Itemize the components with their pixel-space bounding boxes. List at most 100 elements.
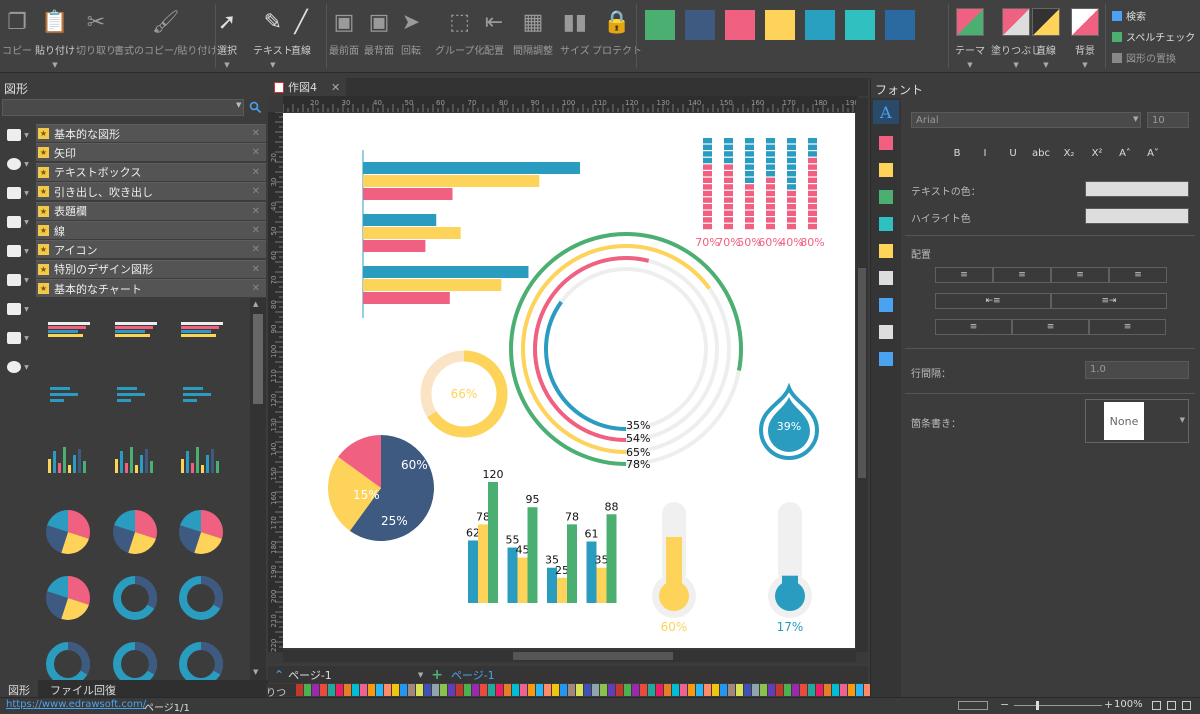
style-swatch[interactable] bbox=[645, 10, 675, 40]
scrollbar-thumb[interactable] bbox=[513, 652, 673, 660]
increase-indent-button[interactable]: ≡⇥ bbox=[1051, 293, 1167, 309]
scrollbar-thumb[interactable] bbox=[253, 314, 263, 404]
chevron-down-icon[interactable]: ▼ bbox=[418, 671, 423, 679]
align-middle-button[interactable]: ≡ bbox=[1012, 319, 1089, 335]
map-icon[interactable]: ▼ bbox=[4, 182, 32, 204]
close-icon[interactable]: ✕ bbox=[252, 264, 260, 275]
ribbon-button-0[interactable]: ❐ コピー bbox=[2, 4, 32, 70]
format-button[interactable]: A˅ bbox=[1143, 148, 1163, 159]
page-tab[interactable]: ページ-1 bbox=[451, 667, 495, 683]
full-screen-icon[interactable] bbox=[1182, 701, 1191, 710]
scrollbar-thumb[interactable] bbox=[858, 268, 866, 478]
ribbon-button-7[interactable]: ▣ 最前面 bbox=[329, 4, 359, 70]
shape-category[interactable]: ★ 基本的なチャート ✕ bbox=[36, 279, 266, 298]
document-tab[interactable]: 作図4 ✕ bbox=[268, 78, 347, 96]
website-link[interactable]: https://www.edrawsoft.com/ bbox=[6, 699, 146, 710]
canvas-hscrollbar[interactable] bbox=[283, 650, 856, 662]
line-spacing-input[interactable]: 1.0 bbox=[1085, 361, 1189, 379]
ribbon-item-spell-check[interactable]: スペルチェック bbox=[1112, 29, 1195, 44]
ribbon-button-theme[interactable]: テーマ ▼ bbox=[955, 4, 985, 70]
add-page-icon[interactable]: + bbox=[431, 667, 443, 683]
bullets-select[interactable]: None ▼ bbox=[1085, 399, 1189, 443]
format-button[interactable]: abc bbox=[1031, 148, 1051, 159]
ribbon-button-3[interactable]: 🖌 書式のコピー/貼り付け bbox=[114, 4, 217, 70]
format-button[interactable]: X² bbox=[1087, 148, 1107, 159]
format-button[interactable]: U bbox=[1003, 148, 1023, 159]
format-button[interactable]: B bbox=[947, 148, 967, 159]
tab-file-recovery[interactable]: ファイル回復 bbox=[38, 680, 128, 697]
ribbon-button-10[interactable]: ⬚ グループ化 bbox=[435, 4, 484, 70]
canvas-vscrollbar[interactable] bbox=[856, 98, 868, 652]
close-icon[interactable]: ✕ bbox=[252, 128, 260, 139]
font-size-select[interactable]: 10 bbox=[1147, 112, 1189, 128]
search-icon[interactable] bbox=[249, 101, 262, 114]
rectangle-icon[interactable]: ▼ bbox=[4, 124, 32, 146]
shape-category[interactable]: ★ テキストボックス ✕ bbox=[36, 162, 266, 181]
align-top-button[interactable]: ≡ bbox=[935, 319, 1012, 335]
shape-category[interactable]: ★ アイコン ✕ bbox=[36, 240, 266, 259]
align-bottom-button[interactable]: ≡ bbox=[1089, 319, 1166, 335]
chevron-down-icon[interactable]: ▼ bbox=[967, 61, 972, 69]
ribbon-button-line[interactable]: 直線 ▼ bbox=[1032, 4, 1060, 70]
shape-category[interactable]: ★ 矢印 ✕ bbox=[36, 143, 266, 162]
tab-shapes[interactable]: 図形 bbox=[0, 680, 38, 697]
align-justify-button[interactable]: ≡ bbox=[1109, 267, 1167, 283]
chevron-down-icon[interactable]: ▼ bbox=[52, 61, 57, 69]
highlight-color-picker[interactable] bbox=[1085, 208, 1189, 224]
font-name-select[interactable]: Arial bbox=[911, 112, 1141, 128]
ribbon-item-binoculars[interactable]: 検索 bbox=[1112, 8, 1146, 23]
align-right-button[interactable]: ≡ bbox=[1051, 267, 1109, 283]
align-left-button[interactable]: ≡ bbox=[935, 267, 993, 283]
ribbon-button-4[interactable]: ➚ 選択 ▼ bbox=[217, 4, 237, 70]
close-icon[interactable]: ✕ bbox=[331, 81, 340, 94]
format-button[interactable]: X₂ bbox=[1059, 148, 1079, 159]
ribbon-button-2[interactable]: ✂ 切り取り bbox=[76, 4, 116, 70]
zoom-slider[interactable] bbox=[1014, 701, 1102, 710]
shape-category[interactable]: ★ 表題欄 ✕ bbox=[36, 201, 266, 220]
shape-category[interactable]: ★ 引き出し、吹き出し ✕ bbox=[36, 182, 266, 201]
close-icon[interactable]: ✕ bbox=[252, 206, 260, 217]
ribbon-button-6[interactable]: ╱ 直線 bbox=[291, 4, 311, 70]
style-swatch[interactable] bbox=[685, 10, 715, 40]
bottle-icon[interactable]: ▼ bbox=[4, 356, 32, 378]
close-icon[interactable]: ✕ bbox=[252, 186, 260, 197]
align-center-button[interactable]: ≡ bbox=[993, 267, 1051, 283]
search-dropdown-icon[interactable]: ▼ bbox=[236, 101, 241, 109]
chevron-down-icon[interactable]: ▼ bbox=[1043, 61, 1048, 69]
ribbon-button-9[interactable]: ➤ 回転 bbox=[401, 4, 421, 70]
format-button[interactable]: I bbox=[975, 148, 995, 159]
style-swatch[interactable] bbox=[845, 10, 875, 40]
shape-search-input[interactable] bbox=[2, 99, 244, 116]
style-swatch[interactable] bbox=[805, 10, 835, 40]
ribbon-button-13[interactable]: ▮▮ サイズ bbox=[560, 4, 590, 70]
chevron-down-icon[interactable]: ▼ bbox=[270, 61, 275, 69]
view-mode-icon[interactable] bbox=[958, 701, 988, 710]
ribbon-button-1[interactable]: 📋 貼り付け ▼ bbox=[35, 4, 75, 70]
ribbon-button-background[interactable]: 背景 ▼ bbox=[1071, 4, 1099, 70]
ribbon-button-12[interactable]: ▦ 間隔調整 bbox=[513, 4, 553, 70]
style-swatch[interactable] bbox=[765, 10, 795, 40]
drawing-page[interactable]: 70% 70% 50% 60% 40% 80% 66% 35% 54% 65% 78% 39% 60% 2… bbox=[283, 113, 928, 648]
shape-category[interactable]: ★ 基本的な図形 ✕ bbox=[36, 124, 266, 142]
close-icon[interactable]: ✕ bbox=[252, 167, 260, 178]
text-color-picker[interactable] bbox=[1085, 181, 1189, 197]
pyramid-icon[interactable]: ▼ bbox=[4, 327, 32, 349]
style-swatch[interactable] bbox=[885, 10, 915, 40]
style-swatch[interactable] bbox=[725, 10, 755, 40]
zoom-slider-thumb[interactable] bbox=[1036, 701, 1039, 710]
color-palette-strip[interactable] bbox=[296, 684, 900, 696]
close-icon[interactable]: ✕ bbox=[252, 244, 260, 255]
close-icon[interactable]: ✕ bbox=[252, 147, 260, 158]
pie-icon[interactable]: ▼ bbox=[4, 153, 32, 175]
chevron-down-icon[interactable]: ▼ bbox=[224, 61, 229, 69]
camera-icon[interactable]: ▼ bbox=[4, 240, 32, 262]
ribbon-item-replace-shape[interactable]: 図形の置換 bbox=[1112, 50, 1176, 65]
collapse-icon[interactable]: ⌃ bbox=[274, 668, 284, 682]
chevron-down-icon[interactable]: ▼ bbox=[1133, 115, 1138, 123]
shape-category[interactable]: ★ 特別のデザイン図形 ✕ bbox=[36, 259, 266, 278]
ribbon-button-8[interactable]: ▣ 最背面 bbox=[364, 4, 394, 70]
chevron-down-icon[interactable]: ▼ bbox=[1082, 61, 1087, 69]
ribbon-button-5[interactable]: ✎ テキスト ▼ bbox=[253, 4, 293, 70]
ribbon-button-14[interactable]: 🔒 プロテクト bbox=[592, 4, 642, 70]
zoom-in-icon[interactable]: + bbox=[1104, 698, 1113, 711]
